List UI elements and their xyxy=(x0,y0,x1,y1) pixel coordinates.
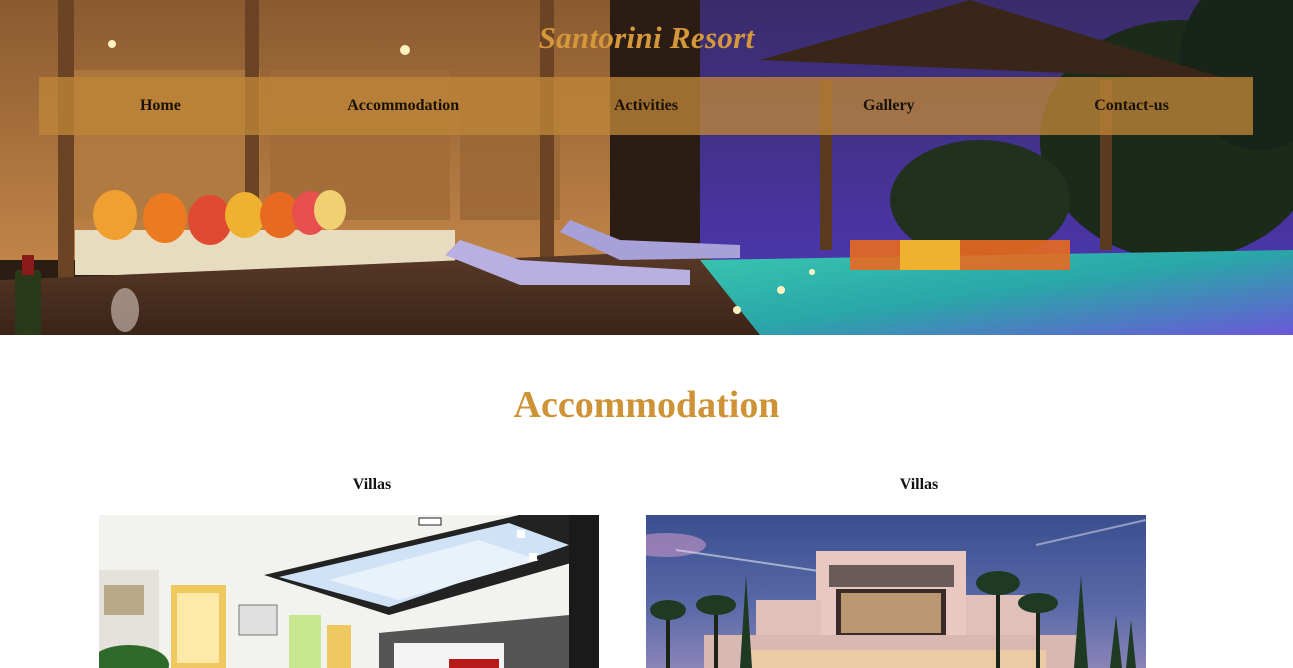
nav-item-home[interactable]: Home xyxy=(39,77,282,135)
nav-item-accommodation[interactable]: Accommodation xyxy=(282,77,525,135)
hero-banner: Santorini Resort Home Accommodation Acti… xyxy=(0,0,1293,335)
site-title: Santorini Resort xyxy=(538,20,755,55)
modern-villa-exterior-photo[interactable] xyxy=(646,515,1146,668)
card-label-villas-1: Villas xyxy=(352,476,392,493)
nav-item-gallery[interactable]: Gallery xyxy=(767,77,1010,135)
card-label-villas-2: Villas xyxy=(899,476,939,493)
main-nav: Home Accommodation Activities Gallery Co… xyxy=(39,77,1253,135)
section-title: Accommodation xyxy=(513,384,780,426)
nav-item-activities[interactable]: Activities xyxy=(525,77,768,135)
nav-item-contact-us[interactable]: Contact-us xyxy=(1010,77,1253,135)
interior-living-room-photo[interactable] xyxy=(99,515,599,668)
